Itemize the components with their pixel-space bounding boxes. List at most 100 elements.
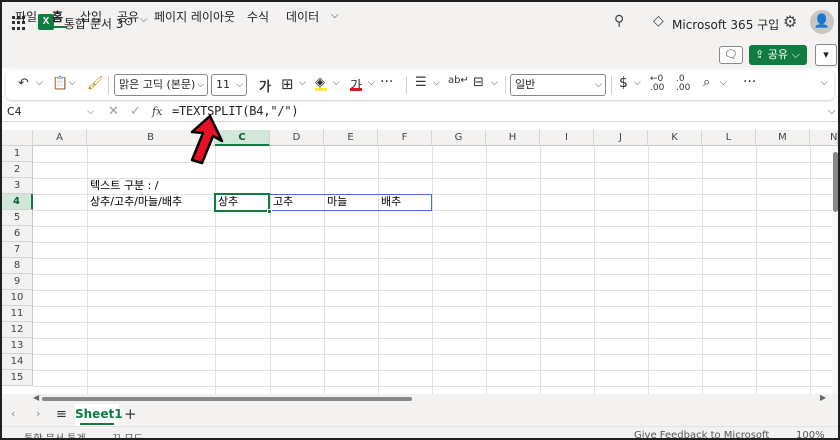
number-format-dropdown[interactable]: 일반 ⌵ [510,74,606,96]
column-header-i[interactable]: I [540,130,594,146]
align-left-icon[interactable]: ☰ [415,75,427,90]
tab-page-layout[interactable]: 페이지 레이아웃 [154,8,235,25]
ribbon-options-button[interactable]: ▾ [815,44,837,66]
spreadsheet-grid[interactable]: A B C D E F G H I J K L M N 1 2 3 4 5 6 … [2,130,838,394]
more-font-options-icon[interactable]: ··· [380,74,393,90]
tab-formulas[interactable]: 수식 [247,8,269,25]
row-header-14[interactable]: 14 [2,354,33,370]
cell-b3[interactable]: 텍스트 구분 : / [87,178,159,194]
column-header-a[interactable]: A [33,130,87,146]
wrap-text-icon[interactable]: ab↵ [448,75,469,86]
column-header-d[interactable]: D [270,130,324,146]
row-header-10[interactable]: 10 [2,290,33,306]
bold-button[interactable]: 가 [259,76,271,95]
user-avatar[interactable]: 👤 [810,10,834,34]
comments-button[interactable]: 🗨 [719,46,743,64]
number-format-value: 일반 [515,78,536,91]
add-sheet-icon[interactable]: + [124,405,137,423]
all-sheets-menu-icon[interactable]: ≡ [56,407,67,422]
gridline [33,258,838,259]
column-header-k[interactable]: K [648,130,702,146]
font-color-button[interactable]: 가 [350,75,362,94]
buy-microsoft-365-link[interactable]: Microsoft 365 구입 [672,16,779,33]
cell-styles-chevron-icon[interactable]: ⌵ [720,78,727,88]
currency-format-button[interactable]: $ [619,75,628,91]
settings-gear-icon[interactable]: ⚙ [783,12,797,31]
feedback-link[interactable]: Give Feedback to Microsoft [634,430,769,438]
tab-insert[interactable]: 삽입 [80,8,102,25]
vertical-scroll-thumb[interactable] [833,152,838,212]
decrease-decimal-icon[interactable]: ←0.00 [650,75,664,93]
workbook-statistics[interactable]: 통합 문서 통계 [24,430,86,438]
column-header-g[interactable]: G [432,130,486,146]
column-header-h[interactable]: H [486,130,540,146]
row-header-7[interactable]: 7 [2,242,33,258]
format-painter-icon[interactable]: 🖌 [87,76,104,91]
expand-formula-bar-icon[interactable]: ⌵ [828,106,836,117]
zoom-level[interactable]: 100% [796,430,825,438]
undo-icon[interactable]: ↶ [18,76,29,91]
row-header-8[interactable]: 8 [2,258,33,274]
expand-ribbon-chevron-icon[interactable]: ⌵ [821,78,828,88]
share-button[interactable]: ⇪ 공유 ⌵ [749,45,807,65]
merge-cells-icon[interactable]: ⊟ [473,75,484,90]
more-tabs-chevron-icon[interactable]: ⌵ [331,10,339,21]
cancel-formula-icon[interactable]: ✕ [108,104,119,119]
select-all-corner[interactable] [2,130,33,146]
column-header-l[interactable]: L [702,130,756,146]
row-header-4[interactable]: 4 [2,194,33,210]
column-header-j[interactable]: J [594,130,648,146]
previous-sheet-icon[interactable]: ‹ [11,407,15,420]
row-header-13[interactable]: 13 [2,338,33,354]
insert-function-button[interactable]: fx [152,105,162,118]
row-header-2[interactable]: 2 [2,162,33,178]
scroll-left-icon[interactable]: ◀ [33,393,39,402]
column-header-e[interactable]: E [324,130,378,146]
horizontal-scroll-thumb[interactable] [42,397,412,401]
merge-chevron-icon[interactable]: ⌵ [491,78,498,88]
row-header-12[interactable]: 12 [2,322,33,338]
font-color-chevron-icon[interactable]: ⌵ [368,78,375,88]
column-header-m[interactable]: M [756,130,810,146]
fill-color-chevron-icon[interactable]: ⌵ [333,78,340,88]
row-header-6[interactable]: 6 [2,226,33,242]
font-size-dropdown[interactable]: 11 ⌵ [211,74,247,96]
excel-window: X 통합 문서 3 ⊙ ⌵ ⚲ ◇ Microsoft 365 구입 ⚙ 👤 파… [0,0,840,440]
cell-f4[interactable]: 배추 [378,194,401,210]
title-chevron-down-icon[interactable]: ⌵ [140,14,148,25]
confirm-formula-icon[interactable]: ✓ [130,104,141,119]
column-header-n[interactable]: N [810,130,838,146]
paste-chevron-icon[interactable]: ⌵ [69,78,76,88]
tab-home[interactable]: 홈 [52,8,63,25]
cell-styles-icon[interactable]: ⌕ [703,75,710,90]
currency-chevron-icon[interactable]: ⌵ [634,78,641,88]
row-header-5[interactable]: 5 [2,210,33,226]
row-header-11[interactable]: 11 [2,306,33,322]
font-name-dropdown[interactable]: 맑은 고딕 (본문) ⌵ [114,74,208,96]
cell-e4[interactable]: 마늘 [324,194,347,210]
increase-decimal-icon[interactable]: .0.00 [676,75,690,93]
tab-share[interactable]: 공유 [117,8,139,25]
row-header-1[interactable]: 1 [2,146,33,162]
row-header-3[interactable]: 3 [2,178,33,194]
cell-d4[interactable]: 고추 [270,194,293,210]
borders-chevron-icon[interactable]: ⌵ [299,78,306,88]
name-box[interactable]: C4 ⌵ [4,104,96,120]
borders-icon[interactable]: ⊞ [281,75,294,93]
align-chevron-icon[interactable]: ⌵ [433,78,440,88]
row-header-9[interactable]: 9 [2,274,33,290]
gridline [33,322,838,323]
row-header-15[interactable]: 15 [2,370,33,386]
gridline [540,146,541,394]
column-header-f[interactable]: F [378,130,432,146]
fill-handle[interactable] [267,209,272,214]
tab-file[interactable]: 파일 [15,8,37,25]
scroll-right-icon[interactable]: ▶ [820,393,826,402]
search-icon[interactable]: ⚲ [614,13,624,29]
next-sheet-icon[interactable]: › [36,407,40,420]
more-options-button[interactable]: ··· [743,74,756,90]
cell-b4[interactable]: 상추/고추/마늘/배추 [87,194,182,210]
tab-data[interactable]: 데이터 [286,8,319,25]
undo-chevron-icon[interactable]: ⌵ [36,78,43,88]
paste-icon[interactable]: 📋 [52,76,68,91]
